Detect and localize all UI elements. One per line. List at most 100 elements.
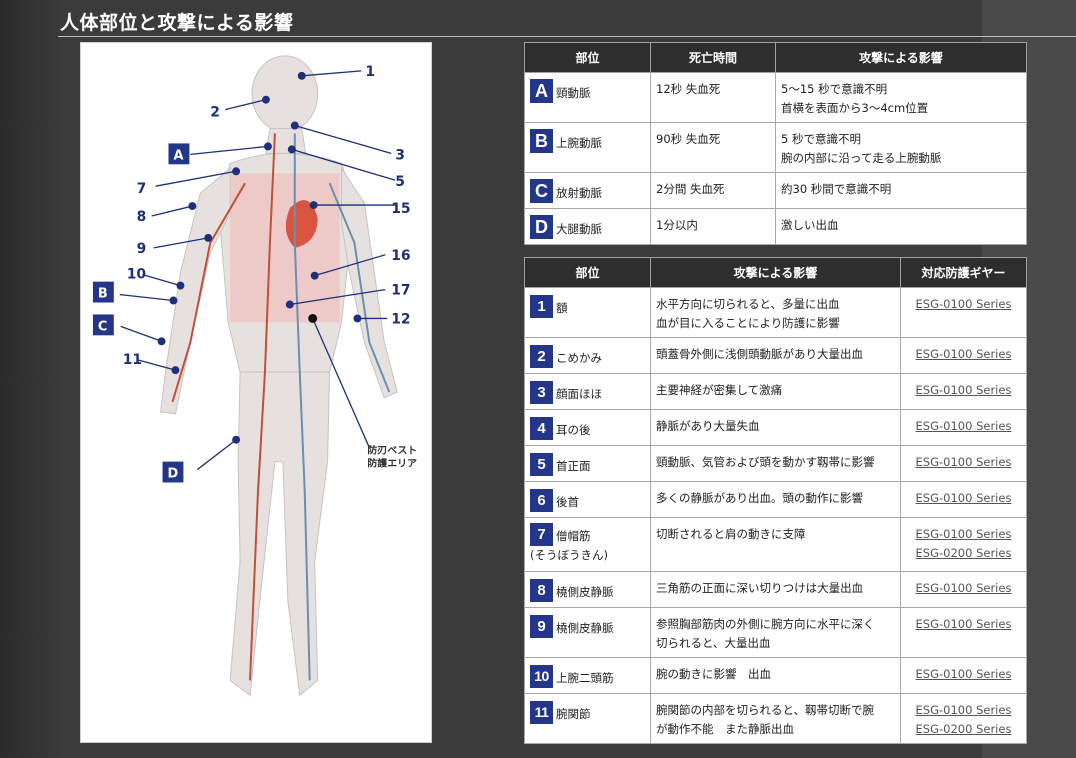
part-badge: 2 [530,345,553,368]
part-name: 放射動脈 [556,186,602,200]
figure-letter-d: D [162,461,184,483]
part-cell: 8 橈側皮静脈 [524,571,651,608]
gear-cell: ESG-0100 Series [900,409,1027,446]
effect-cell: 腕の動きに影響 出血 [650,657,901,694]
gear-link[interactable]: ESG-0100 Series [906,345,1021,364]
title-divider [58,36,1076,37]
figure-label-12: 12 [391,311,410,327]
table-row: 9 橈側皮静脈 参照胸部筋肉の外側に腕方向に水平に深く 切られると、大量出血 ESG… [524,607,1027,658]
effect-cell: 水平方向に切られると、多量に出血 血が目に入ることにより防護に影響 [650,287,901,338]
part-name: 額 [556,301,568,315]
part-cell: A 頸動脈 [524,72,651,123]
vest-protection-area [230,173,340,323]
table-row: D 大腿動脈 1分以内 激しい出血 [524,208,1027,245]
effect-cell: 頸動脈、気管および頭を動かす靱帯に影響 [650,445,901,482]
part-cell: C 放射動脈 [524,172,651,209]
part-badge: 8 [530,579,553,602]
figure-label-8: 8 [137,209,147,225]
figure-label-16: 16 [391,248,410,264]
part-badge: 11 [530,701,553,724]
anatomy-illustration: 1 2 3 5 7 8 9 10 11 12 15 16 17 A B C D … [92,55,417,697]
part-name: 頸動脈 [556,86,591,100]
effect-cell: 主要神経が密集して激痛 [650,373,901,410]
part-name: 耳の後 [556,423,591,437]
part-badge: 5 [530,453,553,476]
table-row: 7 僧帽筋 (そうぼうきん) 切断されると肩の動きに支障 ESG-0100 Seri… [524,517,1027,572]
part-badge: B [530,129,553,153]
death-time-cell: 1分以内 [650,208,776,245]
part-name: 首正面 [556,459,591,473]
svg-text:A: A [173,148,183,163]
effect-cell: 参照胸部筋肉の外側に腕方向に水平に深く 切られると、大量出血 [650,607,901,658]
gear-link[interactable]: ESG-0100 Series [906,489,1021,508]
part-name: 腕関節 [556,707,591,721]
table-row: B 上腕動脈 90秒 失血死 5 秒で意識不明 腕の内部に沿って走る上腕動脈 [524,122,1027,173]
effect-line: 5 秒で意識不明 [781,132,861,146]
svg-text:D: D [168,467,179,482]
gear-link[interactable]: ESG-0100 Series [906,665,1021,684]
body-part-table: 部位 攻撃による影響 対応防護ギヤー 1額 水平方向に切られると、多量に出血 血が… [524,257,1027,744]
svg-text:C: C [98,319,107,334]
column-header-effect: 攻撃による影響 [650,257,901,288]
figure-letter-b: B [92,281,114,303]
body-silhouette [159,55,398,697]
table-row: 1額 水平方向に切られると、多量に出血 血が目に入ることにより防護に影響 ESG-… [524,287,1027,338]
death-time-cell: 90秒 失血死 [650,122,776,173]
gear-link[interactable]: ESG-0100 Series [906,295,1021,314]
part-name: 橈側皮静脈 [556,585,614,599]
effect-line: 切られると、大量出血 [656,636,771,650]
effect-line: 腕関節の内部を切られると、靱帯切断で腕 [656,703,875,717]
effect-cell: 静脈があり大量失血 [650,409,901,446]
artery-table-header: 部位 死亡時間 攻撃による影響 [524,42,1027,73]
anatomy-figure: 1 2 3 5 7 8 9 10 11 12 15 16 17 A B C D … [80,42,432,743]
table-row: 8 橈側皮静脈 三角筋の正面に深い切りつけは大量出血 ESG-0100 Serie… [524,571,1027,608]
gear-cell: ESG-0100 Series [900,445,1027,482]
part-name: 顔面ほほ [556,387,602,401]
vest-note-line2: 防護エリア [367,457,417,470]
table-row: 3 顔面ほほ 主要神経が密集して激痛 ESG-0100 Series [524,373,1027,410]
effect-line: が動作不能 また静脈出血 [656,722,794,736]
gear-cell: ESG-0100 Series [900,571,1027,608]
figure-label-11: 11 [123,352,142,368]
effect-cell: 5〜15 秒で意識不明 首横を表面から3〜4cm位置 [775,72,1027,123]
table-row: 4 耳の後 静脈があり大量失血 ESG-0100 Series [524,409,1027,446]
gear-link[interactable]: ESG-0200 Series [906,544,1021,563]
column-header-part: 部位 [524,257,651,288]
gear-link[interactable]: ESG-0200 Series [906,720,1021,739]
artery-table: 部位 死亡時間 攻撃による影響 A 頸動脈 12秒 失血死 5〜15 秒で意識不明… [524,42,1027,245]
effect-cell: 腕関節の内部を切られると、靱帯切断で腕 が動作不能 また静脈出血 [650,693,901,744]
effect-cell: 激しい出血 [775,208,1027,245]
figure-label-15: 15 [391,201,410,217]
gear-link[interactable]: ESG-0100 Series [906,525,1021,544]
part-badge: 3 [530,381,553,404]
svg-text:B: B [98,287,108,302]
gear-link[interactable]: ESG-0100 Series [906,701,1021,720]
gear-link[interactable]: ESG-0100 Series [906,453,1021,472]
part-cell: 3 顔面ほほ [524,373,651,410]
gear-link[interactable]: ESG-0100 Series [906,381,1021,400]
gear-link[interactable]: ESG-0100 Series [906,615,1021,634]
figure-label-10: 10 [127,267,147,283]
table-row: C 放射動脈 2分間 失血死 約30 秒間で意識不明 [524,172,1027,209]
effect-cell: 三角筋の正面に深い切りつけは大量出血 [650,571,901,608]
death-time-cell: 12秒 失血死 [650,72,776,123]
gear-cell: ESG-0100 Series [900,481,1027,518]
gear-link[interactable]: ESG-0100 Series [906,417,1021,436]
part-cell: 5 首正面 [524,445,651,482]
part-cell: 11 腕関節 [524,693,651,744]
part-badge: 9 [530,615,553,638]
part-name: 後首 [556,495,579,509]
effect-line: 約30 秒間で意識不明 [781,182,892,196]
effect-cell: 切断されると肩の動きに支障 [650,517,901,572]
part-cell: 7 僧帽筋 (そうぼうきん) [524,517,651,572]
gear-link[interactable]: ESG-0100 Series [906,579,1021,598]
part-badge: C [530,179,553,203]
vest-note-line1: 防刃ベスト [367,444,417,457]
part-name: 上腕二頭筋 [556,671,614,685]
column-header-gear: 対応防護ギヤー [900,257,1027,288]
table-row: 2 こめかみ 頭蓋骨外側に浅側頭動脈があり大量出血 ESG-0100 Series [524,337,1027,374]
part-cell: 9 橈側皮静脈 [524,607,651,658]
effect-line: 血が目に入ることにより防護に影響 [656,316,840,330]
gear-cell: ESG-0100 Series [900,287,1027,338]
part-cell: 1額 [524,287,651,338]
